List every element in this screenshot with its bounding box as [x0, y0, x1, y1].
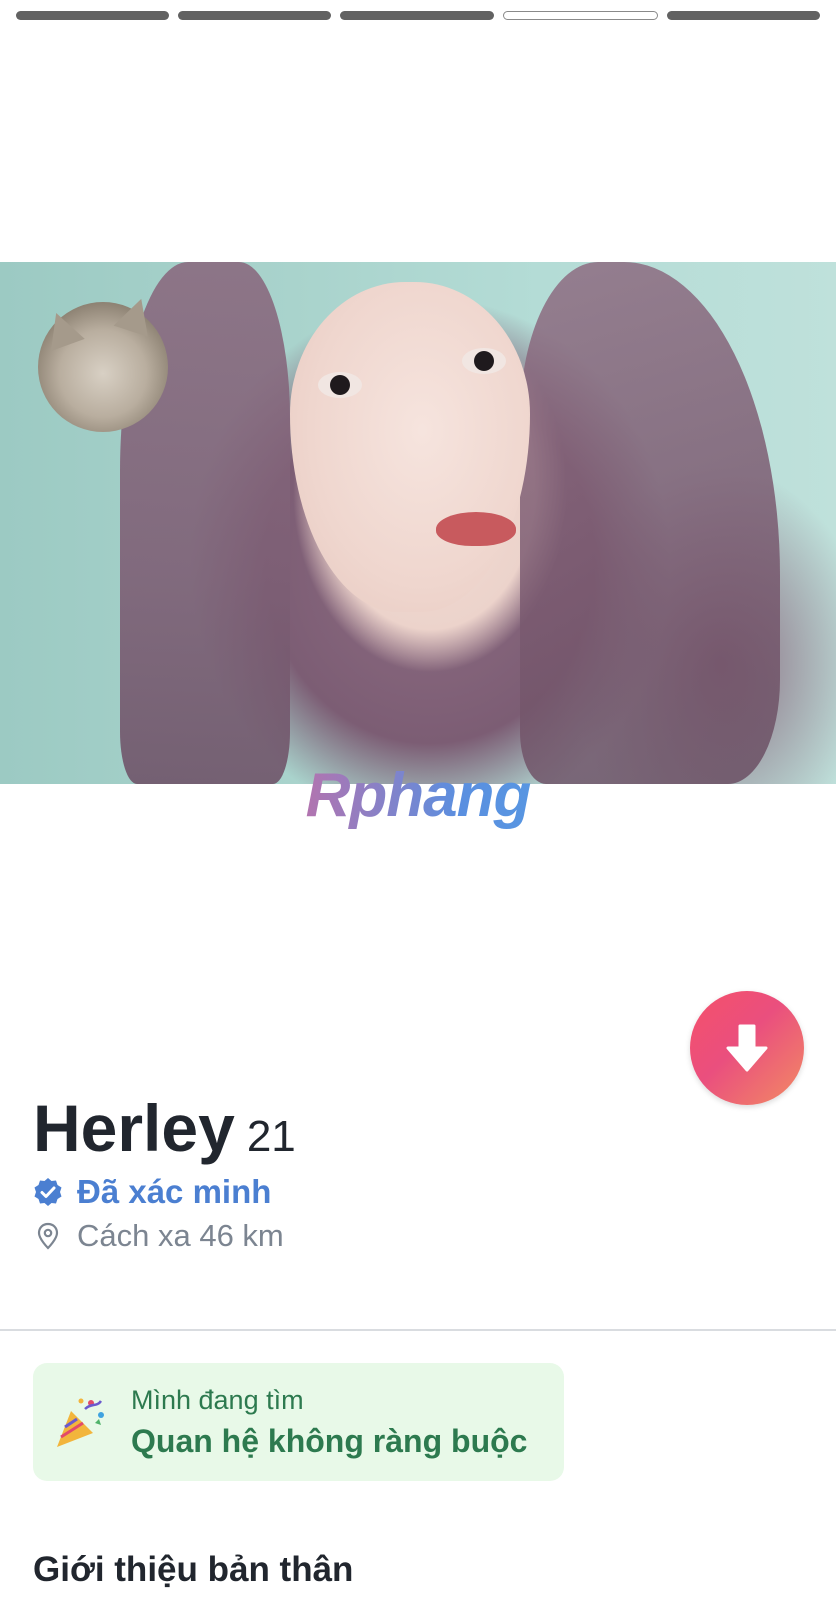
photo-hair-right — [520, 262, 780, 784]
photo-face — [290, 282, 530, 612]
profile-age: 21 — [246, 1112, 296, 1161]
location-pin-icon — [37, 1222, 59, 1250]
profile-photo[interactable] — [0, 262, 836, 784]
photo-lips — [436, 512, 516, 546]
verified-label: Đã xác minh — [77, 1173, 272, 1210]
looking-for-label: Mình đang tìm — [131, 1385, 304, 1415]
progress-segment[interactable] — [16, 11, 170, 20]
looking-for-value: Quan hệ không ràng buộc — [131, 1423, 528, 1459]
photo-progress-bar — [16, 11, 821, 20]
section-divider — [0, 1329, 836, 1331]
verified-badge-row[interactable]: Đã xác minh — [33, 1173, 271, 1211]
photo-eye-left — [318, 372, 362, 398]
progress-segment-active[interactable] — [502, 11, 658, 20]
arrow-down-icon — [726, 1024, 768, 1072]
profile-name: Herley — [33, 1091, 235, 1165]
collapse-profile-button[interactable] — [690, 991, 804, 1105]
progress-segment[interactable] — [666, 11, 821, 20]
photo-eye-right — [462, 348, 506, 374]
watermark-logo: Rphang — [0, 760, 836, 831]
progress-segment[interactable] — [178, 11, 332, 20]
distance-row: Cách xa 46 km — [33, 1218, 284, 1254]
looking-for-card[interactable]: Mình đang tìm Quan hệ không ràng buộc — [33, 1363, 564, 1481]
party-popper-icon — [57, 1398, 104, 1447]
verified-check-icon — [34, 1178, 62, 1206]
about-section-title: Giới thiệu bản thân — [33, 1550, 354, 1589]
distance-label: Cách xa 46 km — [77, 1218, 284, 1253]
profile-name-row: Herley 21 — [33, 1090, 296, 1166]
progress-segment[interactable] — [340, 11, 494, 20]
